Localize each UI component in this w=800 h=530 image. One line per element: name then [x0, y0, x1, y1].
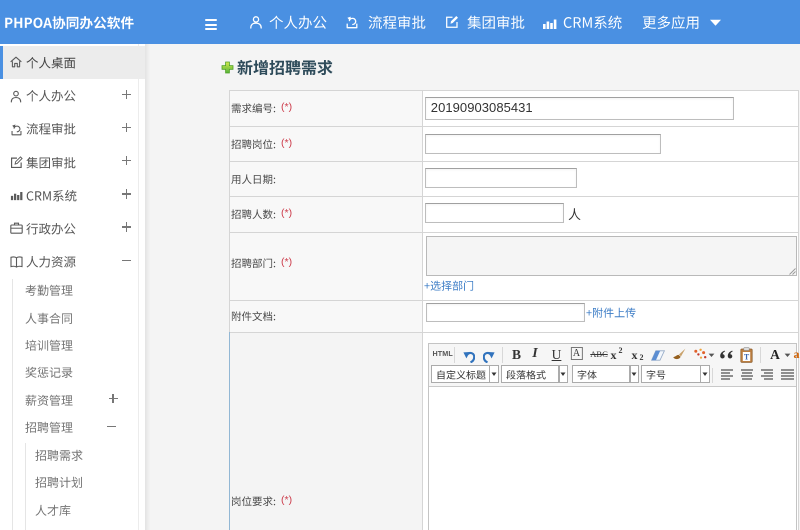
svg-text:T: T [743, 352, 749, 361]
